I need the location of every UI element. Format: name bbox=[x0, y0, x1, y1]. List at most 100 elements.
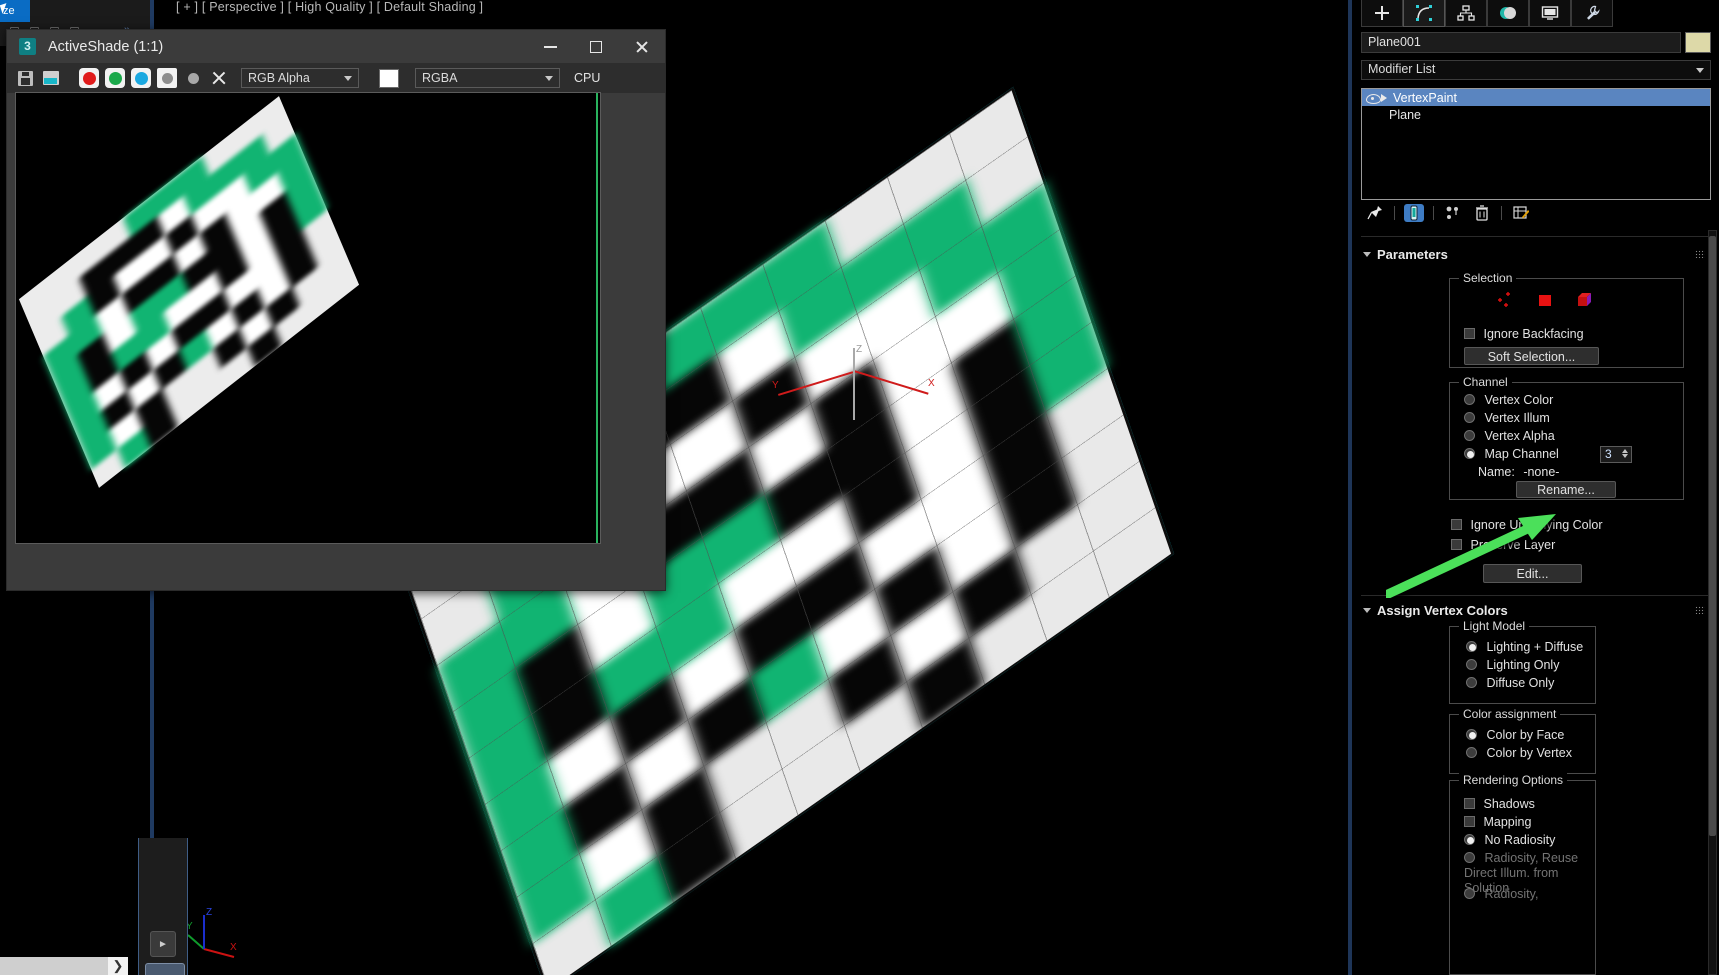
spinner-arrows-icon[interactable] bbox=[1621, 448, 1629, 461]
map-channel-spinner[interactable]: 3 bbox=[1600, 446, 1632, 463]
green-channel-icon[interactable] bbox=[105, 68, 125, 88]
save-disk-icon[interactable] bbox=[15, 68, 35, 88]
mapping-row[interactable]: Mapping bbox=[1464, 815, 1531, 829]
ignore-backfacing-row[interactable]: Ignore Backfacing bbox=[1464, 327, 1584, 341]
hierarchy-tab[interactable] bbox=[1445, 0, 1487, 27]
diffuse-only-radio[interactable] bbox=[1466, 677, 1477, 688]
show-end-result-icon[interactable] bbox=[1404, 204, 1424, 222]
viewport-label[interactable]: [ + ] [ Perspective ] [ High Quality ] [… bbox=[176, 0, 483, 14]
vertex-selection-icon[interactable] bbox=[1494, 291, 1516, 309]
device-label: CPU bbox=[574, 71, 601, 85]
group-channel-label: Channel bbox=[1459, 375, 1512, 389]
command-panel-divider[interactable] bbox=[1348, 0, 1352, 975]
element-selection-icon[interactable] bbox=[1574, 291, 1596, 309]
rename-button[interactable]: Rename... bbox=[1516, 481, 1616, 498]
vertex-alpha-radio[interactable] bbox=[1464, 430, 1475, 441]
transform-gizmo[interactable]: Y X Z bbox=[772, 344, 935, 428]
configure-modifier-sets-icon[interactable] bbox=[1511, 204, 1531, 222]
grip-dots-icon bbox=[1695, 606, 1705, 614]
color-by-vertex-row[interactable]: Color by Vertex bbox=[1466, 746, 1572, 760]
alpha-channel-icon[interactable] bbox=[157, 68, 177, 88]
vertex-color-radio[interactable] bbox=[1464, 394, 1475, 405]
background-scroll-right-icon[interactable]: ❯ bbox=[108, 957, 128, 975]
minimize-button[interactable] bbox=[527, 30, 573, 63]
channel-option-map-channel[interactable]: Map Channel bbox=[1464, 447, 1559, 461]
ignore-backfacing-checkbox[interactable] bbox=[1464, 328, 1475, 339]
mapping-label: Mapping bbox=[1483, 815, 1532, 829]
remove-modifier-icon[interactable] bbox=[1472, 204, 1492, 222]
rollout-assign-vertex-colors-header[interactable]: Assign Vertex Colors bbox=[1361, 600, 1711, 620]
maximize-button[interactable] bbox=[573, 30, 619, 63]
face-selection-icon[interactable] bbox=[1534, 291, 1556, 309]
red-channel-icon[interactable] bbox=[79, 68, 99, 88]
preserve-layer-checkbox[interactable] bbox=[1451, 539, 1462, 550]
color-by-face-radio[interactable] bbox=[1466, 729, 1477, 740]
map-channel-radio[interactable] bbox=[1464, 448, 1475, 459]
modifier-list-dropdown[interactable]: Modifier List bbox=[1361, 60, 1711, 80]
background-color-swatch[interactable] bbox=[379, 68, 399, 88]
view-axis-tripod: X Y Z bbox=[186, 907, 238, 961]
stack-item-vertexpaint[interactable]: VertexPaint bbox=[1362, 89, 1710, 106]
motion-tab[interactable] bbox=[1487, 0, 1529, 27]
clear-x-icon[interactable] bbox=[209, 68, 229, 88]
edit-button[interactable]: Edit... bbox=[1483, 564, 1582, 583]
utilities-tab[interactable] bbox=[1571, 0, 1613, 27]
panel-button[interactable] bbox=[145, 963, 185, 975]
pin-stack-icon[interactable] bbox=[1365, 204, 1385, 222]
ignore-underlying-color-checkbox[interactable] bbox=[1451, 519, 1462, 530]
activeshade-window[interactable]: 3 ActiveShade (1:1) RGB Alpha RGBA CPU bbox=[6, 29, 666, 591]
soft-selection-button[interactable]: Soft Selection... bbox=[1464, 347, 1599, 365]
make-unique-icon[interactable] bbox=[1443, 204, 1463, 222]
stack-item-plane[interactable]: Plane bbox=[1362, 106, 1710, 123]
mono-channel-icon[interactable] bbox=[183, 68, 203, 88]
shadows-row[interactable]: Shadows bbox=[1464, 797, 1535, 811]
shadows-checkbox[interactable] bbox=[1464, 798, 1475, 809]
no-radiosity-row[interactable]: No Radiosity bbox=[1464, 833, 1555, 847]
stack-item-label: Plane bbox=[1389, 107, 1421, 122]
eye-icon[interactable] bbox=[1366, 91, 1381, 104]
modifier-stack[interactable]: VertexPaint Plane bbox=[1361, 88, 1711, 200]
group-color-assignment: Color assignment Color by Face Color by … bbox=[1449, 707, 1596, 774]
light-model-diffuse-only[interactable]: Diffuse Only bbox=[1466, 676, 1554, 690]
mapping-checkbox[interactable] bbox=[1464, 816, 1475, 827]
command-panel-scrollbar-thumb[interactable] bbox=[1709, 236, 1716, 836]
lighting-only-radio[interactable] bbox=[1466, 659, 1477, 670]
max-app-icon: 3 bbox=[19, 38, 36, 55]
lighting-diffuse-radio[interactable] bbox=[1466, 641, 1477, 652]
object-name-field[interactable]: Plane001 bbox=[1361, 32, 1681, 53]
channel-name-value: -none- bbox=[1523, 465, 1560, 479]
close-button[interactable] bbox=[619, 30, 665, 63]
display-tab[interactable] bbox=[1529, 0, 1571, 27]
expand-panel-button[interactable]: ► bbox=[150, 931, 176, 957]
activeshade-render-canvas[interactable] bbox=[15, 92, 601, 544]
color-by-face-row[interactable]: Color by Face bbox=[1466, 728, 1564, 742]
activeshade-titlebar[interactable]: 3 ActiveShade (1:1) bbox=[7, 30, 665, 63]
close-icon bbox=[635, 40, 649, 54]
light-model-lighting-only[interactable]: Lighting Only bbox=[1466, 658, 1559, 672]
no-radiosity-radio[interactable] bbox=[1464, 834, 1475, 845]
modifier-stack-toolbar[interactable] bbox=[1361, 203, 1711, 223]
activeshade-toolbar[interactable]: RGB Alpha RGBA CPU bbox=[7, 63, 665, 93]
channel-mode-dropdown[interactable]: RGBA bbox=[415, 68, 560, 88]
modify-tab[interactable] bbox=[1403, 0, 1445, 27]
object-color-swatch[interactable] bbox=[1685, 32, 1711, 53]
light-model-lighting-diffuse[interactable]: Lighting + Diffuse bbox=[1466, 640, 1583, 654]
blue-channel-icon[interactable] bbox=[131, 68, 151, 88]
channel-option-vertex-alpha[interactable]: Vertex Alpha bbox=[1464, 429, 1555, 443]
rendered-plane bbox=[18, 96, 360, 488]
ignore-underlying-color-row[interactable]: Ignore Underlying Color bbox=[1451, 518, 1603, 532]
expand-triangle-icon[interactable] bbox=[1381, 93, 1387, 102]
color-by-vertex-label: Color by Vertex bbox=[1486, 746, 1572, 760]
create-tab[interactable] bbox=[1361, 0, 1403, 27]
rollout-parameters-header[interactable]: Parameters bbox=[1361, 244, 1711, 264]
color-by-vertex-radio[interactable] bbox=[1466, 747, 1477, 758]
channel-option-vertex-color[interactable]: Vertex Color bbox=[1464, 393, 1553, 407]
grip-dots-icon bbox=[1695, 250, 1705, 258]
channel-option-vertex-illum[interactable]: Vertex Illum bbox=[1464, 411, 1550, 425]
clone-render-icon[interactable] bbox=[41, 68, 61, 88]
vertex-illum-radio[interactable] bbox=[1464, 412, 1475, 423]
command-panel-tabs[interactable] bbox=[1361, 0, 1713, 27]
display-mode-dropdown[interactable]: RGB Alpha bbox=[241, 68, 359, 88]
preserve-layer-row[interactable]: Preserve Layer bbox=[1451, 538, 1555, 552]
ignore-backfacing-label: Ignore Backfacing bbox=[1483, 327, 1584, 341]
